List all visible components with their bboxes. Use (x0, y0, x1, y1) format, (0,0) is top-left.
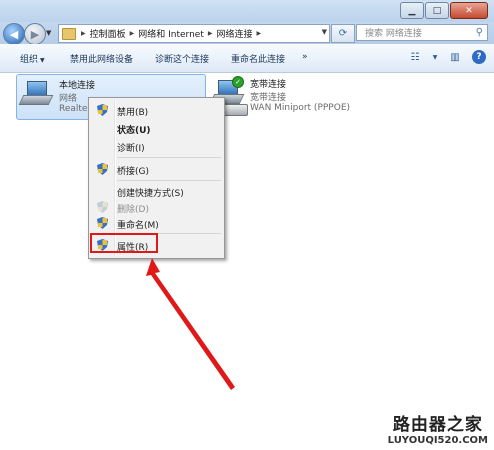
annotation-arrow-icon (146, 258, 235, 390)
watermark-url: LUYOUQI520.COM (387, 435, 488, 446)
network-connections-window: ▁ □ ✕ ◀ ▶ ▼ ▶ 控制面板 ▶ 网络和 Internet ▶ 网络连接… (0, 0, 494, 450)
watermark-title: 路由器之家 (392, 415, 483, 435)
site-watermark: 路由器之家 LUYOUQI520.COM (388, 410, 488, 446)
